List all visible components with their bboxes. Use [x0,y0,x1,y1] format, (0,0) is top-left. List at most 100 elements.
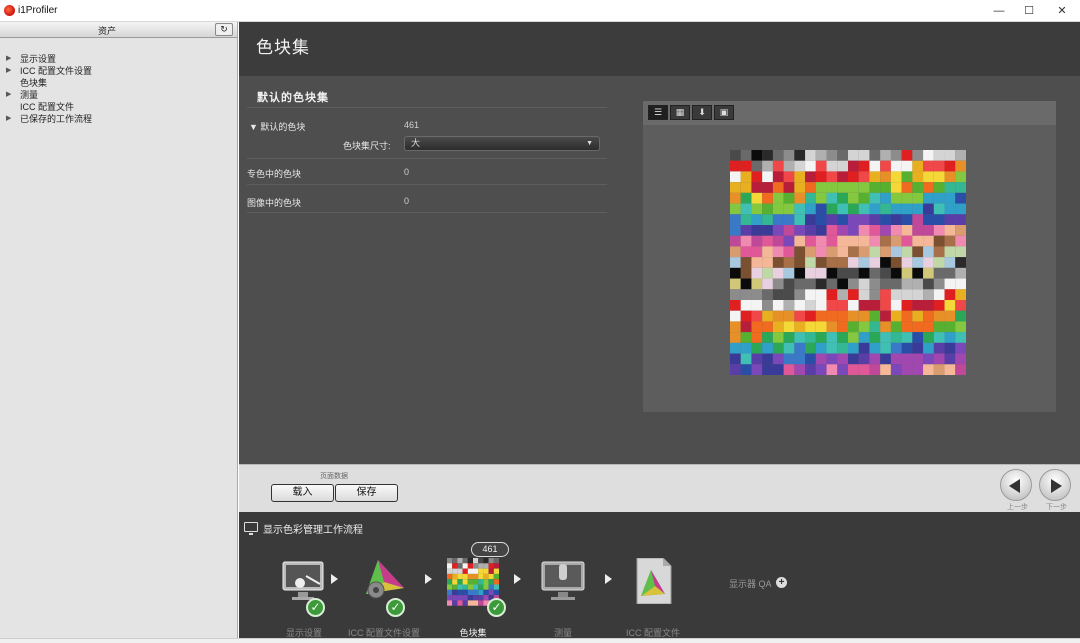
color-patch [447,584,453,590]
collapse-arrow-icon[interactable]: ▼ [249,122,260,132]
tree-item-display-settings[interactable]: ▶ 显示设置 [0,53,237,65]
color-patch [848,246,859,258]
color-patch [815,203,827,215]
color-patch [488,579,494,585]
tree-item-saved-workflows[interactable]: ▶ 已保存的工作流程 [0,113,237,125]
expand-arrow-icon[interactable]: ▶ [6,113,11,125]
expand-arrow-icon[interactable]: ▶ [6,89,11,101]
color-patch [815,182,827,193]
next-button[interactable] [1039,469,1071,501]
color-patch [955,289,966,300]
save-button[interactable]: 保存 [335,484,398,502]
color-patch [488,568,494,574]
color-patch [901,300,913,311]
monitor-icon [244,522,258,535]
color-patch [944,321,956,333]
color-patch [815,257,827,268]
color-patch [912,235,924,247]
color-patch [933,171,945,183]
default-patches-label[interactable]: ▼ 默认的色块 [249,120,305,133]
color-patch [848,182,859,193]
tree-item-patch-set[interactable]: 色块集 [0,77,237,89]
color-patch [488,589,494,596]
color-patch [869,310,881,322]
minimize-icon[interactable]: — [984,3,1014,19]
display-settings-icon [282,561,324,600]
color-patch [762,182,773,193]
color-patch [826,235,838,247]
color-patch [783,310,795,322]
color-patch [740,225,752,236]
color-patch [457,600,463,606]
step-icc-profile[interactable]: ICC 配置文件 [613,550,693,638]
color-patch [462,584,468,590]
close-icon[interactable]: ✕ [1047,3,1077,19]
color-patch [740,182,752,193]
load-button[interactable]: 载入 [271,484,334,502]
step-icc-settings[interactable]: ✓ ICC 配置文件设置 [344,550,424,638]
color-patch [923,214,934,225]
color-patch [794,214,806,225]
color-patch [740,332,752,343]
tree-item-icc-profile[interactable]: ICC 配置文件 [0,101,237,113]
color-patch [794,353,806,365]
color-patch [794,160,806,172]
divider [247,184,607,185]
color-patch [901,150,913,161]
color-patch [452,595,458,601]
assets-tree: ▶ 显示设置 ▶ ICC 配置文件设置 色块集 ▶ 测量 ICC 配置文件 ▶ … [0,38,237,125]
step-measurement[interactable]: 测量 [523,550,603,638]
display-qa-link[interactable]: 显示器 QA [729,577,772,590]
grid-view-icon[interactable]: ▦ [670,105,690,120]
color-patch [751,182,763,193]
image-view-icon[interactable]: ▣ [714,105,734,120]
color-patch [740,160,752,172]
color-patch [826,192,838,204]
color-patch [955,342,966,354]
color-patch [933,225,945,236]
patch-size-select[interactable]: 大 ▼ [404,136,600,151]
color-patch [730,353,741,365]
tree-item-icc-settings[interactable]: ▶ ICC 配置文件设置 [0,65,237,77]
color-patch [730,310,741,322]
step-patch-set[interactable]: ✓ 色块集 [433,550,513,638]
color-patch [762,267,773,279]
color-patch [447,595,453,601]
color-patch [751,278,763,290]
plus-icon[interactable]: + [776,577,787,588]
step-display-settings[interactable]: ✓ 显示设置 [264,550,344,638]
refresh-icon[interactable]: ↻ [215,23,233,36]
color-patch [880,321,891,333]
color-patch [805,160,816,172]
color-patch [762,235,773,247]
color-patch [858,300,870,311]
expand-arrow-icon[interactable]: ▶ [6,65,11,77]
color-patch [783,267,795,279]
tree-item-measurement[interactable]: ▶ 测量 [0,89,237,101]
eyedropper-icon[interactable]: ⬇ [692,105,712,120]
color-patch [772,171,784,183]
color-patch [933,300,945,311]
color-patch [955,235,966,247]
color-patch [805,235,816,247]
maximize-icon[interactable]: ☐ [1014,3,1044,19]
color-patch [912,192,924,204]
color-patch [794,192,806,204]
color-patch [912,278,924,290]
color-patch [762,171,773,183]
color-patch [772,267,784,279]
color-patch [762,192,773,204]
color-patch [815,310,827,322]
color-patch [837,235,848,247]
color-patch [933,235,945,247]
color-patch [848,171,859,183]
color-patch [447,568,453,574]
color-patch [772,289,784,300]
back-button[interactable] [1000,469,1032,501]
color-patch [880,364,891,375]
list-view-icon[interactable]: ☰ [648,105,668,120]
expand-arrow-icon[interactable]: ▶ [6,53,11,65]
color-patch [772,353,784,365]
color-patch [912,332,924,343]
color-patch [955,332,966,343]
